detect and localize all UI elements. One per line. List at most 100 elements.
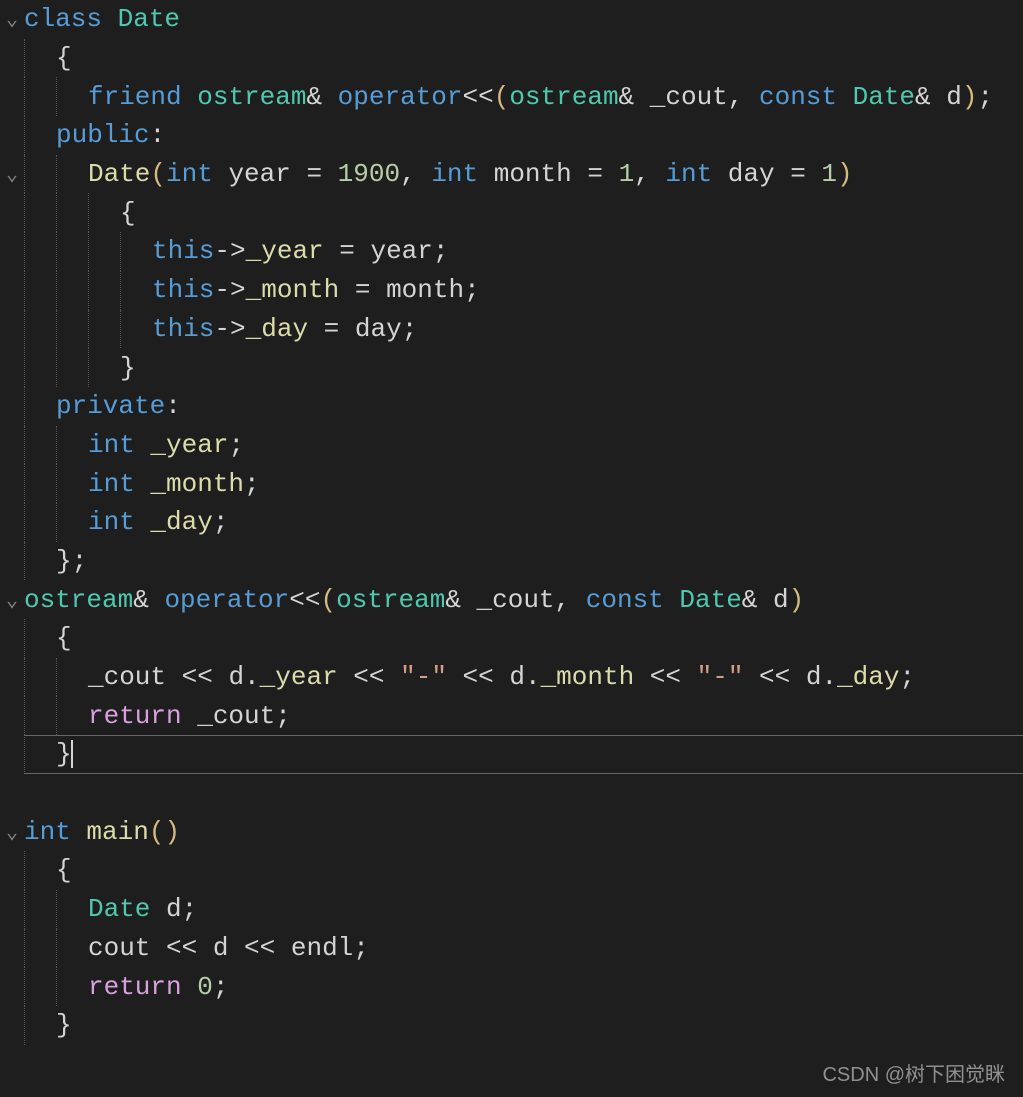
member-month: _month xyxy=(246,275,340,305)
chevron-down-icon[interactable]: ⌄ xyxy=(6,819,18,845)
amp: & xyxy=(619,82,635,112)
member-day: _day xyxy=(837,662,899,692)
code-line[interactable]: _cout << d._year << "-" << d._month << "… xyxy=(0,658,1023,697)
assign-year: = year xyxy=(324,236,433,266)
shift-left: << xyxy=(166,933,197,963)
arrow: -> xyxy=(214,275,245,305)
paren-close: ) xyxy=(164,817,180,847)
code-line[interactable]: this->_day = day; xyxy=(0,310,1023,349)
code-line[interactable]: { xyxy=(0,851,1023,890)
comma: , xyxy=(400,159,431,189)
keyword-friend: friend xyxy=(88,82,182,112)
keyword-return: return xyxy=(88,701,182,731)
endl: endl xyxy=(291,933,353,963)
shift-left: << xyxy=(289,585,320,615)
obj-d: d. xyxy=(806,662,837,692)
code-line[interactable]: int _year; xyxy=(0,426,1023,465)
code-line[interactable]: { xyxy=(0,619,1023,658)
gutter: ⌄ xyxy=(0,819,24,845)
paren-close: ) xyxy=(962,82,978,112)
type-ostream: ostream xyxy=(24,585,133,615)
keyword-this: this xyxy=(152,314,214,344)
paren-open: ( xyxy=(149,817,165,847)
keyword-private: private xyxy=(56,391,165,421)
obj-d: d. xyxy=(509,662,540,692)
watermark-label: CSDN @树下困觉眯 xyxy=(822,1058,1005,1087)
arrow: -> xyxy=(214,236,245,266)
code-line[interactable]: ⌄ class Date xyxy=(0,0,1023,39)
amp: & xyxy=(915,82,931,112)
code-line[interactable]: friend ostream& operator<<(ostream& _cou… xyxy=(0,77,1023,116)
semicolon: ; xyxy=(244,469,260,499)
shift-left: << xyxy=(182,662,213,692)
code-line[interactable]: return _cout; xyxy=(0,696,1023,735)
code-line[interactable]: ⌄ Date(int year = 1900, int month = 1, i… xyxy=(0,155,1023,194)
member-month: _month xyxy=(541,662,635,692)
type-date: Date xyxy=(88,894,150,924)
type-int: int xyxy=(665,159,712,189)
arrow: -> xyxy=(214,314,245,344)
keyword-operator: operator xyxy=(338,82,463,112)
code-line[interactable]: int _month; xyxy=(0,464,1023,503)
type-int: int xyxy=(431,159,478,189)
code-line[interactable]: }; xyxy=(0,542,1023,581)
type-int: int xyxy=(88,469,135,499)
code-line[interactable]: public: xyxy=(0,116,1023,155)
amp: & xyxy=(445,585,461,615)
member-day: _day xyxy=(246,314,308,344)
semicolon: ; xyxy=(213,972,229,1002)
param-d: d xyxy=(757,585,788,615)
shift-left: << xyxy=(463,82,494,112)
code-line-cursor[interactable]: } xyxy=(0,735,1023,774)
code-line[interactable]: cout << d << endl; xyxy=(0,929,1023,968)
member-year: _year xyxy=(260,662,338,692)
semicolon: ; xyxy=(402,314,418,344)
cout-ident: _cout xyxy=(182,701,276,731)
fn-main: main xyxy=(86,817,148,847)
code-editor[interactable]: ⌄ class Date { friend ostream& operator<… xyxy=(0,0,1023,1045)
paren-close: ) xyxy=(837,159,853,189)
chevron-down-icon[interactable]: ⌄ xyxy=(6,161,18,187)
member-year: _year xyxy=(135,430,229,460)
semicolon: ; xyxy=(977,82,993,112)
keyword-const: const xyxy=(586,585,664,615)
code-line-blank[interactable] xyxy=(0,774,1023,813)
code-line[interactable]: this->_year = year; xyxy=(0,232,1023,271)
code-line[interactable]: ⌄ int main() xyxy=(0,812,1023,851)
code-line[interactable]: Date d; xyxy=(0,890,1023,929)
chevron-down-icon[interactable]: ⌄ xyxy=(6,6,18,32)
number: 1 xyxy=(821,159,837,189)
keyword-const: const xyxy=(759,82,837,112)
brace-open: { xyxy=(56,623,72,653)
code-line[interactable]: int _day; xyxy=(0,503,1023,542)
code-line[interactable]: private: xyxy=(0,387,1023,426)
type-date: Date xyxy=(664,585,742,615)
keyword-this: this xyxy=(152,275,214,305)
code-line[interactable]: return 0; xyxy=(0,967,1023,1006)
shift-left: << xyxy=(447,662,509,692)
code-line[interactable]: { xyxy=(0,39,1023,78)
semicolon: ; xyxy=(353,933,369,963)
param-month: month = xyxy=(478,159,618,189)
paren-open: ( xyxy=(320,585,336,615)
gutter: ⌄ xyxy=(0,6,24,32)
brace-close: } xyxy=(56,739,72,769)
code-line[interactable]: } xyxy=(0,1006,1023,1045)
gutter: ⌄ xyxy=(0,587,24,613)
number: 1900 xyxy=(338,159,400,189)
semicolon: ; xyxy=(275,701,291,731)
semicolon: ; xyxy=(433,236,449,266)
keyword-public: public xyxy=(56,120,150,150)
code-line[interactable]: this->_month = month; xyxy=(0,271,1023,310)
colon: : xyxy=(150,120,166,150)
keyword-operator: operator xyxy=(164,585,289,615)
chevron-down-icon[interactable]: ⌄ xyxy=(6,587,18,613)
code-line[interactable]: { xyxy=(0,193,1023,232)
keyword-this: this xyxy=(152,236,214,266)
code-line[interactable]: ⌄ ostream& operator<<(ostream& _cout, co… xyxy=(0,580,1023,619)
type-ostream: ostream xyxy=(197,82,306,112)
comma: , xyxy=(728,82,759,112)
text-cursor-icon xyxy=(71,740,73,768)
code-line[interactable]: } xyxy=(0,348,1023,387)
number: 1 xyxy=(619,159,635,189)
